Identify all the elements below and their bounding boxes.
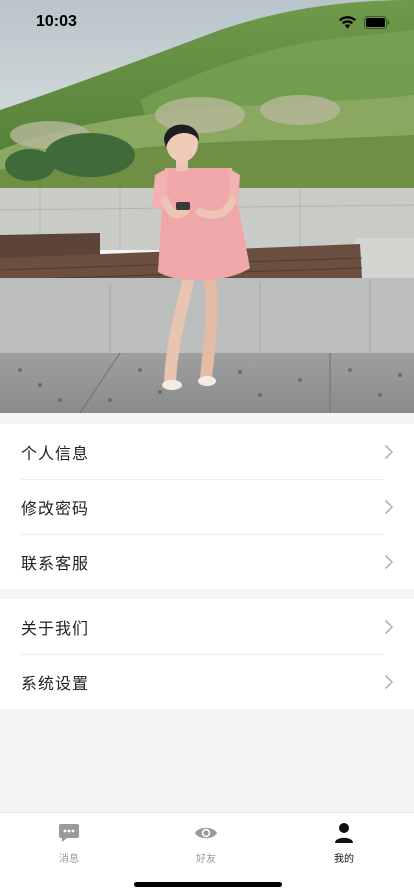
menu-item-label: 联系客服 (21, 553, 90, 573)
status-time: 10:03 (36, 13, 77, 30)
eye-icon (166, 821, 246, 845)
menu-item-label: 修改密码 (21, 498, 90, 518)
battery-icon (364, 15, 390, 29)
message-icon (29, 821, 109, 845)
chevron-right-icon (385, 554, 393, 569)
menu-group-app: 关于我们 系统设置 (0, 599, 414, 709)
chevron-right-icon (385, 499, 393, 514)
menu-item-label: 关于我们 (21, 618, 90, 638)
home-indicator (134, 882, 282, 887)
profile-screen: 10:03 个人信息 修改密码 联系客服 关于我们 系统设置 消息 好友 我的 (0, 0, 414, 896)
wifi-icon (339, 15, 356, 28)
tab-label: 消息 (59, 854, 79, 865)
chevron-right-icon (385, 674, 393, 689)
tab-friends[interactable]: 好友 (166, 821, 246, 865)
person-icon (304, 821, 384, 845)
status-icons (339, 15, 390, 29)
tab-me[interactable]: 我的 (304, 821, 384, 865)
menu-item-label: 个人信息 (21, 443, 90, 463)
cover-photo-illustration (0, 0, 414, 413)
tab-label: 我的 (334, 854, 354, 865)
menu-item-personal-info[interactable]: 个人信息 (0, 424, 414, 479)
tab-label: 好友 (196, 854, 216, 865)
status-bar: 10:03 (0, 0, 414, 44)
menu-item-change-password[interactable]: 修改密码 (0, 479, 414, 534)
menu-group-account: 个人信息 修改密码 联系客服 (0, 424, 414, 589)
menu-item-system-settings[interactable]: 系统设置 (0, 654, 414, 709)
profile-cover-photo (0, 0, 414, 413)
chevron-right-icon (385, 444, 393, 459)
chevron-right-icon (385, 619, 393, 634)
menu-item-label: 系统设置 (21, 673, 90, 693)
menu-item-about-us[interactable]: 关于我们 (0, 599, 414, 654)
menu-item-contact-support[interactable]: 联系客服 (0, 534, 414, 589)
tab-messages[interactable]: 消息 (29, 821, 109, 865)
